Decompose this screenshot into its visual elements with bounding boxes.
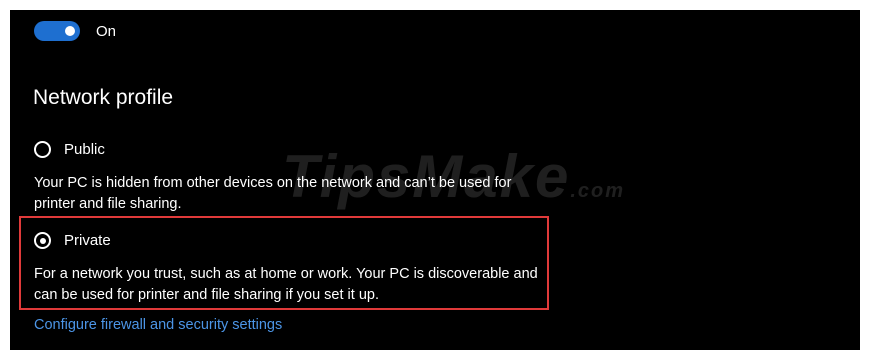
network-settings-panel: On Network profile TipsMake.com Public Y…: [10, 10, 860, 350]
watermark-suffix: .com: [570, 180, 626, 202]
radio-label-private: Private: [64, 232, 111, 249]
radio-button-private[interactable]: [34, 232, 51, 249]
radio-option-public[interactable]: Public: [34, 141, 105, 158]
private-description: For a network you trust, such as at home…: [34, 266, 538, 303]
toggle-knob: [65, 26, 75, 36]
configure-firewall-link[interactable]: Configure firewall and security settings: [34, 317, 282, 333]
network-toggle-row: On: [34, 21, 116, 41]
toggle-state-label: On: [96, 22, 117, 40]
radio-button-public[interactable]: [34, 141, 51, 158]
public-description: Your PC is hidden from other devices on …: [34, 175, 512, 212]
radio-label-public: Public: [64, 141, 105, 158]
section-title: Network profile: [33, 86, 174, 109]
radio-option-private[interactable]: Private: [34, 232, 111, 249]
network-toggle[interactable]: [34, 21, 80, 41]
